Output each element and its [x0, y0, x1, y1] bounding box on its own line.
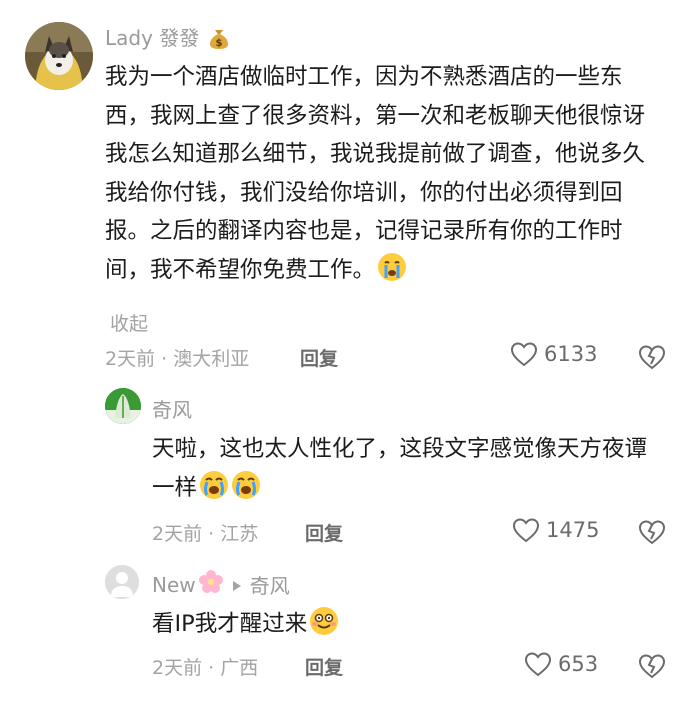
reply-button[interactable]: 回复 [305, 519, 343, 546]
like-count: 1475 [546, 518, 600, 542]
reply-item: New 奇风 看IP我才醒过来 2天前 · 广西 回复 653 [0, 555, 690, 702]
cherry-blossom-icon [198, 569, 224, 600]
svg-text:$: $ [215, 38, 222, 49]
avatar[interactable] [105, 388, 141, 424]
collapse-button[interactable]: 收起 [110, 309, 148, 336]
leaf-avatar-icon [105, 388, 141, 424]
comment-item: Lady 發發 $ 我为一个酒店做临时工作，因为不熟悉酒店的一些东西，我网上查了… [0, 0, 690, 380]
dislike-button[interactable] [638, 519, 666, 549]
like-button[interactable]: 653 [524, 651, 598, 677]
smiling-face-icon [309, 606, 339, 649]
like-button[interactable]: 6133 [510, 341, 597, 367]
crying-face-icon [377, 252, 407, 295]
like-button[interactable]: 1475 [512, 517, 599, 543]
comment-meta: 2天前 · 广西 [152, 657, 259, 679]
avatar[interactable] [25, 22, 93, 90]
comment-text: 看IP我才醒过来 [152, 605, 662, 649]
reply-button[interactable]: 回复 [305, 653, 343, 680]
comment-meta: 2天前 · 澳大利亚 [105, 348, 250, 370]
dislike-button[interactable] [638, 653, 666, 683]
reply-arrow-icon [232, 573, 242, 597]
crying-face-icon [199, 470, 229, 513]
like-count: 6133 [544, 342, 598, 366]
reply-to-username[interactable]: 奇风 [250, 570, 290, 599]
reply-button[interactable]: 回复 [300, 344, 338, 371]
like-count: 653 [558, 652, 599, 676]
comment-text: 我为一个酒店做临时工作，因为不熟悉酒店的一些东西，我网上查了很多资料，第一次和老… [105, 58, 665, 294]
comment-username[interactable]: 奇风 [152, 394, 192, 423]
dislike-button[interactable] [638, 344, 666, 374]
money-bag-icon: $ [208, 26, 230, 57]
avatar[interactable] [105, 565, 139, 599]
heart-icon [512, 518, 540, 543]
comment-username[interactable]: New 奇风 [152, 569, 290, 600]
crying-face-icon [231, 470, 261, 513]
broken-heart-icon [638, 345, 666, 370]
heart-icon [510, 342, 538, 367]
broken-heart-icon [638, 654, 666, 679]
comment-meta: 2天前 · 江苏 [152, 523, 259, 545]
reply-item: 奇风 天啦，这也太人性化了，这段文字感觉像天方夜谭一样 2天前 · 江苏 回复 … [0, 380, 690, 555]
comment-text: 天啦，这也太人性化了，这段文字感觉像天方夜谭一样 [152, 430, 662, 512]
dog-avatar-icon [25, 22, 93, 90]
default-avatar-icon [105, 565, 139, 599]
heart-icon [524, 652, 552, 677]
broken-heart-icon [638, 520, 666, 545]
comment-username[interactable]: Lady 發發 $ [105, 24, 230, 57]
